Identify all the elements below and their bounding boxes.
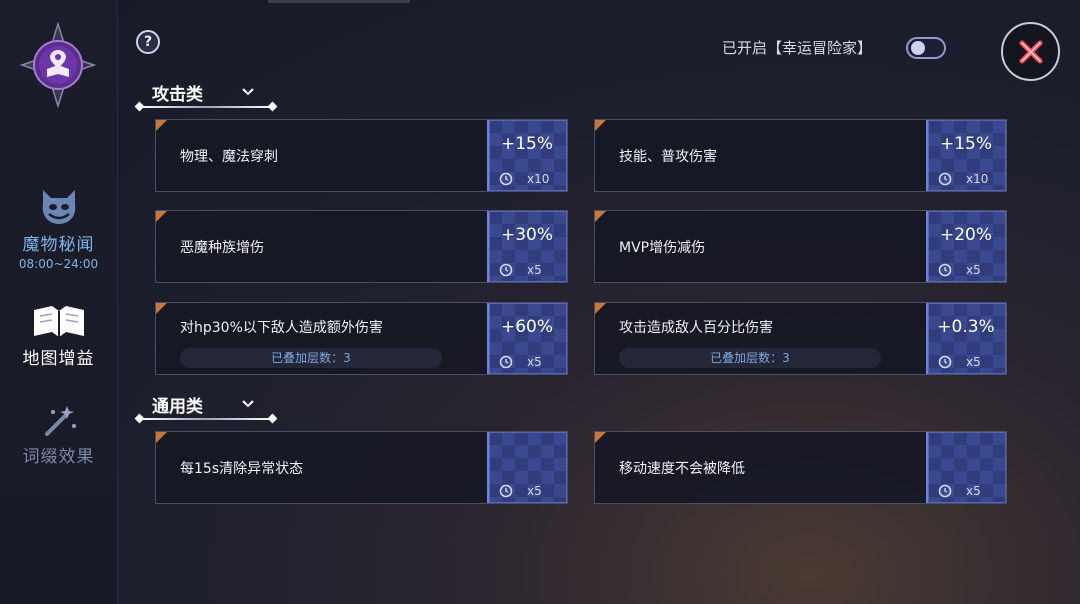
stack-count-badge: 已叠加层数：3 <box>180 348 442 368</box>
buff-value-panel: +15% x10 <box>926 120 1006 191</box>
stack-count-badge: 已叠加层数：3 <box>619 348 881 368</box>
buff-name: MVP增伤减伤 <box>619 240 706 256</box>
demon-face-icon <box>42 190 75 224</box>
underline-dot <box>134 413 145 424</box>
clock-icon <box>499 484 513 498</box>
sidebar-item-map-buff[interactable]: 地图增益 <box>0 302 117 369</box>
clock-icon <box>938 172 952 186</box>
section-title: 通用类 <box>152 397 203 417</box>
buff-value: +60% <box>500 317 554 337</box>
card-corner <box>595 303 606 314</box>
buff-name: 每15s清除异常状态 <box>180 461 304 477</box>
sidebar-item-label: 魔物秘闻 <box>22 235 95 255</box>
clock-icon <box>938 355 952 369</box>
buff-count: x10 <box>966 172 989 186</box>
close-button[interactable] <box>1001 22 1060 81</box>
clock-icon <box>499 355 513 369</box>
underline-dot <box>134 101 145 112</box>
buff-name: 技能、普攻伤害 <box>619 149 717 165</box>
clock-icon <box>938 484 952 498</box>
buff-card[interactable]: 每15s清除异常状态 x5 <box>155 431 568 504</box>
sidebar-item-affix-effects[interactable]: 词缀效果 <box>0 404 117 467</box>
buff-value-panel: +60% x5 <box>487 303 567 374</box>
top-divider <box>268 0 410 3</box>
buff-value-panel: x5 <box>487 432 567 503</box>
buff-value-panel: +15% x10 <box>487 120 567 191</box>
buff-name: 移动速度不会被降低 <box>619 461 745 477</box>
magic-wand-icon <box>44 406 76 436</box>
lucky-adventurer-toggle[interactable] <box>906 37 946 59</box>
event-time-range: 08:00~24:00 <box>18 257 99 271</box>
buff-card[interactable]: 移动速度不会被降低 x5 <box>594 431 1007 504</box>
underline-dot <box>267 413 278 424</box>
sidebar: 魔物秘闻 08:00~24:00 地图增益 词缀效果 <box>0 0 118 604</box>
card-corner <box>595 120 606 131</box>
buff-name: 对hp30%以下敌人造成额外伤害 <box>180 320 383 336</box>
buff-card[interactable]: 攻击造成敌人百分比伤害 已叠加层数：3 +0.3% x5 <box>594 302 1007 375</box>
buff-value: +15% <box>939 134 993 154</box>
buff-value-panel: +0.3% x5 <box>926 303 1006 374</box>
buff-card[interactable]: 对hp30%以下敌人造成额外伤害 已叠加层数：3 +60% x5 <box>155 302 568 375</box>
clock-icon <box>499 172 513 186</box>
map-badge-icon[interactable] <box>20 22 96 108</box>
buff-card[interactable]: MVP增伤减伤 +20% x5 <box>594 210 1007 283</box>
help-button[interactable]: ? <box>136 30 160 54</box>
card-corner <box>595 432 606 443</box>
buff-count: x5 <box>527 355 542 369</box>
chevron-down-icon[interactable] <box>240 83 256 99</box>
card-corner <box>156 211 167 222</box>
chevron-down-icon[interactable] <box>240 395 256 411</box>
buff-card[interactable]: 恶魔种族增伤 +30% x5 <box>155 210 568 283</box>
clock-icon <box>938 263 952 277</box>
buff-name: 攻击造成敌人百分比伤害 <box>619 320 773 336</box>
buff-card[interactable]: 技能、普攻伤害 +15% x10 <box>594 119 1007 192</box>
sidebar-item-monster-lore[interactable]: 魔物秘闻 08:00~24:00 <box>0 186 117 271</box>
card-corner <box>156 120 167 131</box>
buff-count: x5 <box>966 263 981 277</box>
buff-count: x5 <box>527 263 542 277</box>
buff-value-panel: +30% x5 <box>487 211 567 282</box>
buff-value: +30% <box>500 225 554 245</box>
buff-name: 物理、魔法穿刺 <box>180 149 278 165</box>
section-underline <box>138 106 274 108</box>
buff-value-panel: x5 <box>926 432 1006 503</box>
section-title: 攻击类 <box>152 85 203 105</box>
buff-name: 恶魔种族增伤 <box>180 240 264 256</box>
section-underline <box>138 418 274 420</box>
card-corner <box>595 211 606 222</box>
underline-dot <box>267 101 278 112</box>
sidebar-item-label: 词缀效果 <box>22 447 95 467</box>
buff-card[interactable]: 物理、魔法穿刺 +15% x10 <box>155 119 568 192</box>
buff-value-panel: +20% x5 <box>926 211 1006 282</box>
buff-count: x5 <box>966 355 981 369</box>
map-book-icon <box>33 306 84 337</box>
buff-value: +15% <box>500 134 554 154</box>
close-icon <box>1019 40 1042 63</box>
toggle-knob <box>911 41 925 55</box>
buff-count: x5 <box>966 484 981 498</box>
buff-count: x10 <box>527 172 550 186</box>
buff-count: x5 <box>527 484 542 498</box>
lucky-adventurer-label: 已开启【幸运冒险家】 <box>722 39 873 57</box>
clock-icon <box>499 263 513 277</box>
buff-value: +0.3% <box>937 317 995 337</box>
sidebar-item-label: 地图增益 <box>22 349 95 369</box>
card-corner <box>156 303 167 314</box>
buff-value: +20% <box>939 225 993 245</box>
card-corner <box>156 432 167 443</box>
